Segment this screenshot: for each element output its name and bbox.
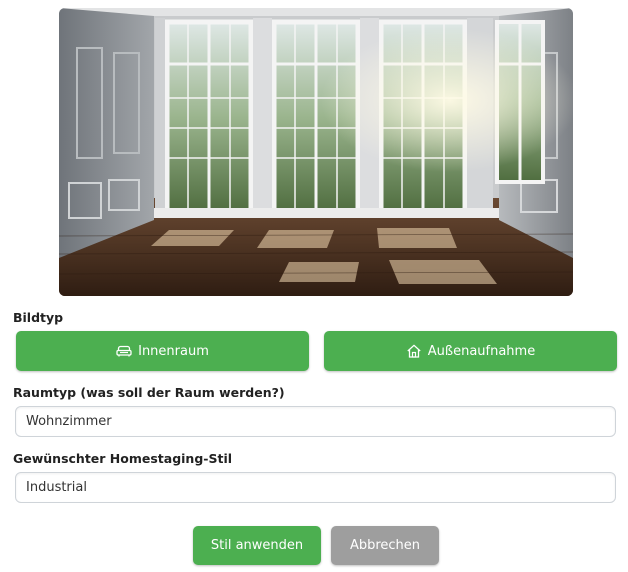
aussenaufnahme-label: Außenaufnahme [427, 343, 536, 359]
sofa-icon [116, 345, 132, 357]
bildtyp-label: Bildtyp [13, 310, 64, 325]
raumtyp-input[interactable] [15, 406, 616, 437]
room-photo [59, 8, 573, 296]
house-icon [407, 344, 421, 358]
room-photo-illustration [59, 8, 573, 296]
raumtyp-label: Raumtyp (was soll der Raum werden?) [13, 385, 285, 400]
stil-input[interactable] [15, 472, 616, 503]
aussenaufnahme-button[interactable]: Außenaufnahme [324, 331, 617, 371]
apply-style-button[interactable]: Stil anwenden [193, 526, 321, 565]
cancel-button[interactable]: Abbrechen [331, 526, 439, 565]
stil-label: Gewünschter Homestaging-Stil [13, 451, 233, 466]
innenraum-label: Innenraum [138, 343, 209, 359]
innenraum-button[interactable]: Innenraum [16, 331, 309, 371]
